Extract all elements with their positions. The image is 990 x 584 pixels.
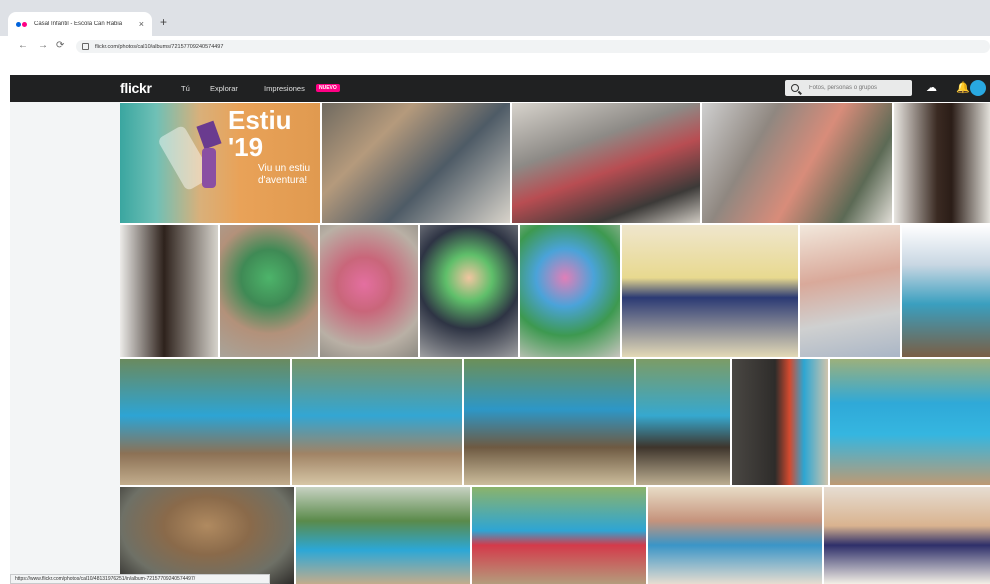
photo-lunch-1[interactable] [648,487,822,584]
photo-pink-mask-image [320,225,418,357]
reload-icon[interactable]: ⟳ [56,40,64,52]
photo-children-hallway-image [512,103,700,223]
flickr-logo[interactable]: flickr [120,80,152,96]
photo-boy-green-cap[interactable] [420,225,518,357]
photo-lunch-2[interactable] [824,487,990,584]
flickr-favicon-icon [16,21,28,27]
avatar[interactable] [970,80,986,96]
upload-icon[interactable]: ☁ [926,81,937,95]
nav-you[interactable]: Tú [181,84,190,93]
photo-children-hallway[interactable] [512,103,700,223]
tab-close-icon[interactable]: × [139,19,144,29]
photo-yellow-craft[interactable] [622,225,798,357]
status-url: https://www.flickr.com/photos/cal10/4813… [10,574,270,584]
photo-group-staircase[interactable] [702,103,892,223]
photo-lizard[interactable] [120,487,294,584]
new-badge: NUEVO [316,84,340,92]
photo-lizard-image [120,487,294,584]
photo-gate-walk-image [732,359,828,485]
photo-kids-walking-image [120,359,290,485]
nav-prints[interactable]: Impresiones [264,84,305,93]
photo-green-mask-image [220,225,318,357]
photo-boy-fence-image [636,359,730,485]
photo-pink-mask[interactable] [320,225,418,357]
back-icon[interactable]: ← [18,40,28,52]
photo-forest-walk[interactable] [464,359,634,485]
nav-explore[interactable]: Explorar [210,84,238,93]
photo-lunch-1-image [648,487,822,584]
photo-green-mask[interactable] [220,225,318,357]
photo-boy-green-cap-image [420,225,518,357]
browser-window: Casal Infantil - Escola Can Rabia × + ← … [0,0,990,584]
browser-tab[interactable]: Casal Infantil - Escola Can Rabia × [8,12,152,36]
photo-group-trees-image [296,487,470,584]
photo-painted-box[interactable] [800,225,900,357]
photo-kids-line[interactable] [472,487,646,584]
photo-trail-group-image [292,359,462,485]
photo-group-sitting[interactable] [830,359,990,485]
photo-costume-wig[interactable] [894,103,990,223]
photo-trail-group[interactable] [292,359,462,485]
lock-icon [82,43,89,50]
photo-painted-box-image [800,225,900,357]
photo-gate-walk[interactable] [732,359,828,485]
photo-colorful-mask-image [520,225,620,357]
photo-playground-image [902,225,990,357]
photo-children-stairs-image [322,103,510,223]
photo-kids-walking[interactable] [120,359,290,485]
promo-title: Estiu '19 [228,105,292,162]
bell-icon[interactable]: 🔔 [956,81,970,95]
photo-playground[interactable] [902,225,990,357]
photo-kids-line-image [472,487,646,584]
browser-toolbar: ← → ⟳ flickr.com/photos/cal10/albums/721… [0,36,990,56]
search-box[interactable] [785,80,912,96]
search-icon[interactable] [791,84,799,92]
tab-strip: Casal Infantil - Escola Can Rabia × + [0,0,990,36]
photo-children-stairs[interactable] [322,103,510,223]
photo-boy-fence[interactable] [636,359,730,485]
photo-costume-wig-image [894,103,990,223]
photo-colorful-mask[interactable] [520,225,620,357]
promo-subtitle: Viu un estiu d'aventura! [258,163,311,186]
flickr-header: flickr Tú Explorar Impresiones NUEVO ☁ 🔔 [10,75,990,102]
photo-group-sitting-image [830,359,990,485]
photo-hairy-costume-image [120,225,218,357]
photo-lunch-2-image [824,487,990,584]
left-margin [10,102,120,584]
search-input[interactable] [809,85,899,91]
new-tab-button[interactable]: + [160,16,167,28]
address-bar[interactable]: flickr.com/photos/cal10/albums/721577092… [76,40,990,53]
photo-hairy-costume[interactable] [120,225,218,357]
photo-yellow-craft-image [622,225,798,357]
photo-forest-walk-image [464,359,634,485]
address-url: flickr.com/photos/cal10/albums/721577092… [95,43,224,50]
photo-group-trees[interactable] [296,487,470,584]
forward-icon[interactable]: → [38,40,48,52]
photo-group-staircase-image [702,103,892,223]
promo-tile-estiu-19[interactable]: Estiu '19 Viu un estiu d'aventura! [120,103,320,223]
tab-title: Casal Infantil - Escola Can Rabia [34,21,123,27]
